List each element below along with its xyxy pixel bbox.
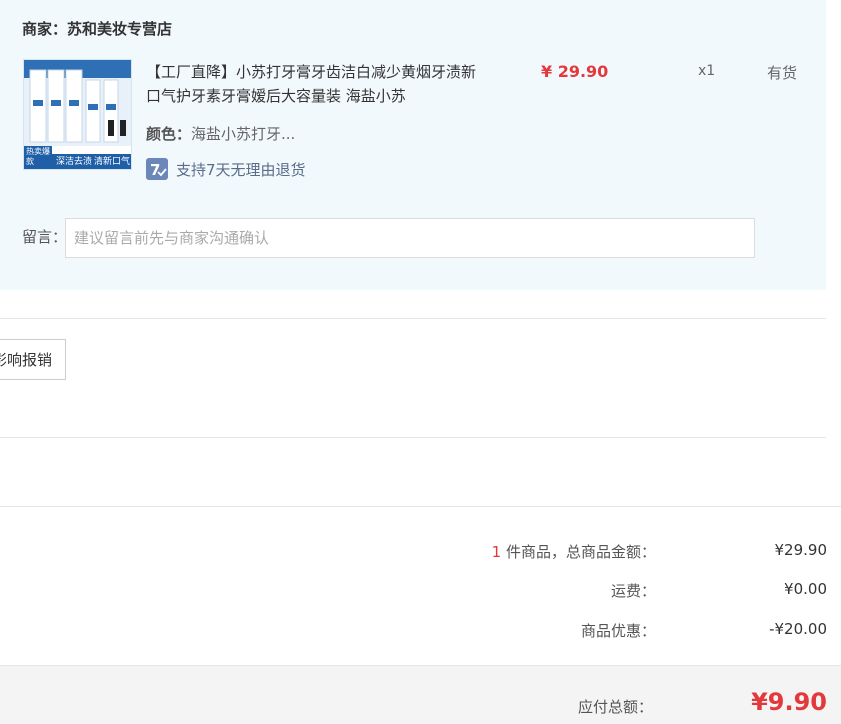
seven-day-return-icon: 7 xyxy=(146,158,168,180)
shipping-amount: ¥0.00 xyxy=(784,580,827,598)
discount-amount: -¥20.00 xyxy=(769,620,827,638)
total-payable-bar: 应付总额： ¥9.90 xyxy=(0,665,841,724)
merchant-order-block: 商家：苏和美妆专营店 热卖爆款 深洁去渍 清新口气 【工厂直降】小苏打牙膏牙齿洁… xyxy=(0,0,826,290)
attribute-value: 海盐小苏打牙... xyxy=(191,125,296,143)
items-total-amount: ¥29.90 xyxy=(774,541,828,559)
discount-label: 商品优惠： xyxy=(580,622,656,640)
invoice-option-button[interactable]: 影响报销 xyxy=(0,339,66,380)
product-thumbnail[interactable]: 热卖爆款 深洁去渍 清新口气 xyxy=(23,59,132,170)
order-confirm-page: 商家：苏和美妆专营店 热卖爆款 深洁去渍 清新口气 【工厂直降】小苏打牙膏牙齿洁… xyxy=(0,0,841,724)
discount-row: 商品优惠： -¥20.00 xyxy=(0,620,841,644)
return-policy: 7 支持7天无理由退货 xyxy=(146,158,306,180)
attribute-label: 颜色： xyxy=(146,125,192,143)
product-price: ¥ 29.90 xyxy=(541,62,609,81)
merchant-label: 商家： xyxy=(22,20,68,38)
product-quantity: x1 xyxy=(698,63,716,79)
stock-status: 有货 xyxy=(767,64,798,82)
return-policy-text: 支持7天无理由退货 xyxy=(176,160,306,179)
thumb-tag-right: 清新口气 xyxy=(94,157,131,167)
order-summary: 1 件商品，总商品金额： ¥29.90 运费： ¥0.00 商品优惠： -¥20… xyxy=(0,506,841,666)
shipping-label: 运费： xyxy=(610,582,656,600)
divider xyxy=(0,437,826,438)
total-payable-amount: ¥9.90 xyxy=(751,688,827,716)
total-payable-label: 应付总额： xyxy=(577,698,653,716)
product-attribute: 颜色：海盐小苏打牙... xyxy=(146,123,295,144)
svg-text:7: 7 xyxy=(150,161,160,179)
divider xyxy=(0,318,826,319)
thumb-badge: 热卖爆款 xyxy=(26,147,50,166)
thumb-tag-left: 深洁去渍 xyxy=(56,157,93,167)
order-note-input[interactable] xyxy=(65,218,755,258)
note-label: 留言： xyxy=(22,228,68,246)
merchant-name[interactable]: 苏和美妆专营店 xyxy=(67,20,172,38)
product-title[interactable]: 【工厂直降】小苏打牙膏牙齿洁白减少黄烟牙渍新口气护牙素牙膏嫒后大容量装 海盐小苏 xyxy=(146,60,486,108)
item-count: 1 xyxy=(491,543,502,561)
items-total-row: 1 件商品，总商品金额： ¥29.90 xyxy=(0,541,841,565)
shipping-row: 运费： ¥0.00 xyxy=(0,580,841,604)
merchant-header: 商家：苏和美妆专营店 xyxy=(22,18,172,39)
items-total-label: 件商品，总商品金额： xyxy=(501,543,656,561)
